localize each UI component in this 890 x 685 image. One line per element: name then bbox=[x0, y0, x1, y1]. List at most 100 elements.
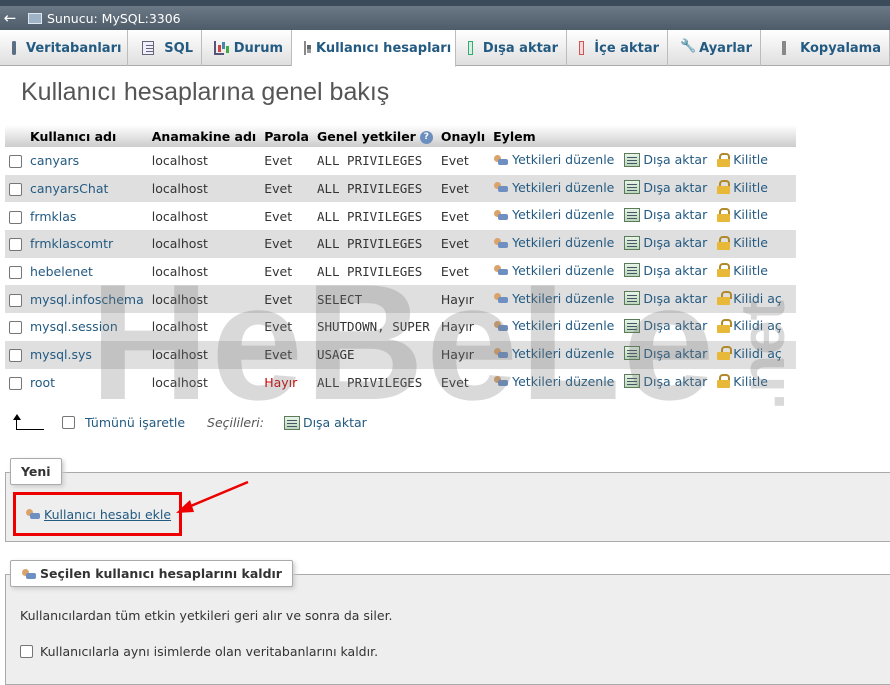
export-user-link[interactable]: Dışa aktar bbox=[624, 318, 707, 333]
row-checkbox[interactable] bbox=[9, 183, 22, 197]
edit-privileges-label: Yetkileri düzenle bbox=[512, 373, 615, 389]
grant-cell: Hayır bbox=[436, 313, 490, 341]
tab-settings[interactable]: Ayarlar bbox=[668, 30, 761, 66]
grant-cell: Hayır bbox=[436, 340, 490, 369]
grant-cell: Evet bbox=[436, 257, 490, 286]
password-cell: Evet bbox=[260, 147, 313, 175]
edit-privileges-link[interactable]: Yetkileri düzenle bbox=[493, 346, 614, 361]
username-cell: frmklascomtr bbox=[30, 236, 114, 252]
help-icon[interactable]: ? bbox=[419, 130, 433, 144]
export-user-link[interactable]: Dışa aktar bbox=[624, 152, 707, 167]
password-cell: Hayır bbox=[260, 368, 313, 397]
table-row: root localhost Hayır ALL PRIVILEGES Evet Yetk… bbox=[5, 368, 796, 397]
row-checkbox[interactable] bbox=[9, 321, 22, 335]
export-user-link[interactable]: Dışa aktar bbox=[624, 180, 707, 195]
row-checkbox[interactable] bbox=[9, 376, 22, 390]
edit-privileges-link[interactable]: Yetkileri düzenle bbox=[493, 180, 614, 195]
export-icon bbox=[624, 263, 641, 278]
edit-privileges-label: Yetkileri düzenle bbox=[512, 345, 615, 361]
hostname-cell: localhost bbox=[147, 202, 261, 231]
lock-account-link[interactable]: Kilitle bbox=[717, 374, 768, 389]
export-user-link[interactable]: Dışa aktar bbox=[624, 346, 707, 361]
lock-account-label: Kilitle bbox=[733, 373, 768, 389]
hostname-cell: localhost bbox=[147, 368, 261, 397]
export-user-link[interactable]: Dışa aktar bbox=[624, 374, 707, 389]
bulk-export-label: Dışa aktar bbox=[302, 415, 367, 430]
lock-account-link[interactable]: Kilidi aç bbox=[717, 318, 782, 333]
hostname-cell: localhost bbox=[147, 257, 261, 286]
edit-privileges-link[interactable]: Yetkileri düzenle bbox=[493, 318, 614, 333]
remove-databases-checkbox[interactable] bbox=[20, 645, 33, 658]
col-hostname[interactable]: Anamakine adı bbox=[147, 125, 261, 147]
status-icon bbox=[214, 41, 224, 55]
table-row: mysql.sys localhost Evet USAGE Hayır Yetkiler… bbox=[5, 340, 796, 369]
check-all-label[interactable]: Tümünü işaretle bbox=[85, 415, 185, 430]
edit-privileges-link[interactable]: Yetkileri düzenle bbox=[493, 152, 614, 167]
table-header-row: Kullanıcı adı Anamakine adı Parola Genel… bbox=[5, 125, 796, 147]
users-icon bbox=[304, 41, 311, 55]
row-checkbox[interactable] bbox=[9, 293, 22, 307]
tab-export[interactable]: Dışa aktar bbox=[456, 30, 567, 66]
table-row: canyarsChat localhost Evet ALL PRIVILEGES Ev… bbox=[5, 174, 796, 203]
lock-account-label: Kilidi aç bbox=[733, 345, 782, 361]
server-breadcrumb-bar: ← Sunucu: MySQL:3306 bbox=[0, 6, 890, 30]
lock-account-link[interactable]: Kilitle bbox=[717, 235, 768, 250]
export-user-link[interactable]: Dışa aktar bbox=[624, 207, 707, 222]
check-all-checkbox[interactable] bbox=[62, 416, 75, 429]
tab-databases[interactable]: Veritabanları bbox=[0, 30, 128, 66]
grant-cell: Evet bbox=[436, 202, 490, 231]
privileges-cell: ALL PRIVILEGES bbox=[312, 230, 437, 258]
table-row: frmklascomtr localhost Evet ALL PRIVILEGES E… bbox=[5, 230, 796, 258]
tab-replication[interactable]: Kopyalama bbox=[761, 30, 890, 66]
edit-privileges-link[interactable]: Yetkileri düzenle bbox=[493, 374, 614, 389]
server-breadcrumb[interactable]: Sunucu: MySQL:3306 bbox=[47, 11, 181, 26]
export-icon bbox=[468, 41, 473, 55]
lock-account-label: Kilitle bbox=[733, 179, 768, 195]
tab-status[interactable]: Durum bbox=[202, 30, 292, 66]
privileges-cell: USAGE bbox=[312, 340, 437, 369]
export-user-link[interactable]: Dışa aktar bbox=[624, 235, 707, 250]
lock-account-link[interactable]: Kilitle bbox=[717, 180, 768, 195]
remove-databases-label[interactable]: Kullanıcılarla aynı isimlerde olan verit… bbox=[40, 644, 378, 659]
lock-icon bbox=[717, 263, 731, 278]
tab-sql[interactable]: SQL bbox=[128, 30, 202, 66]
main-tabs: Veritabanları SQL Durum Kullanıcı hesapl… bbox=[0, 30, 890, 67]
row-checkbox[interactable] bbox=[9, 155, 22, 169]
hostname-cell: localhost bbox=[147, 285, 261, 314]
col-username[interactable]: Kullanıcı adı bbox=[26, 125, 148, 147]
row-checkbox[interactable] bbox=[9, 349, 22, 363]
lock-account-link[interactable]: Kilitle bbox=[717, 263, 768, 278]
edit-privileges-link[interactable]: Yetkileri düzenle bbox=[493, 263, 614, 278]
edit-privileges-link[interactable]: Yetkileri düzenle bbox=[493, 235, 614, 250]
export-icon bbox=[624, 346, 641, 361]
table-row: frmklas localhost Evet ALL PRIVILEGES Evet Ye… bbox=[5, 202, 796, 231]
export-user-link[interactable]: Dışa aktar bbox=[624, 291, 707, 306]
tab-import[interactable]: İçe aktar bbox=[567, 30, 668, 66]
lock-account-link[interactable]: Kilitle bbox=[717, 152, 768, 167]
select-arrow-icon bbox=[13, 413, 44, 430]
edit-privileges-icon bbox=[493, 153, 509, 167]
table-row: mysql.session localhost Evet SHUTDOWN, SUPE… bbox=[5, 313, 796, 341]
row-checkbox[interactable] bbox=[9, 210, 22, 224]
replication-icon bbox=[777, 41, 790, 55]
lock-account-link[interactable]: Kilitle bbox=[717, 207, 768, 222]
col-global-privileges: Genel yetkiler? bbox=[312, 125, 437, 147]
bulk-export-button[interactable]: Dışa aktar bbox=[283, 415, 367, 430]
add-user-account-link[interactable]: Kullanıcı hesabı ekle bbox=[44, 507, 171, 522]
back-arrow-icon[interactable]: ← bbox=[0, 9, 20, 27]
edit-privileges-label: Yetkileri düzenle bbox=[512, 290, 615, 306]
lock-account-link[interactable]: Kilidi aç bbox=[717, 291, 782, 306]
username-cell: mysql.infoschema bbox=[30, 291, 144, 307]
export-user-link[interactable]: Dışa aktar bbox=[624, 263, 707, 278]
edit-privileges-link[interactable]: Yetkileri düzenle bbox=[493, 291, 614, 306]
table-row: canyars localhost Evet ALL PRIVILEGES Evet Ye… bbox=[5, 147, 796, 175]
lock-account-link[interactable]: Kilidi aç bbox=[717, 346, 782, 361]
tab-user-accounts[interactable]: Kullanıcı hesapları bbox=[292, 30, 456, 67]
edit-privileges-link[interactable]: Yetkileri düzenle bbox=[493, 207, 614, 222]
lock-icon bbox=[717, 374, 731, 389]
privileges-cell: ALL PRIVILEGES bbox=[312, 174, 437, 203]
row-checkbox[interactable] bbox=[9, 266, 22, 280]
with-selected-label: Seçilileri: bbox=[207, 415, 264, 430]
row-checkbox[interactable] bbox=[9, 238, 22, 252]
remove-databases-option[interactable]: Kullanıcılarla aynı isimlerde olan verit… bbox=[20, 644, 378, 659]
